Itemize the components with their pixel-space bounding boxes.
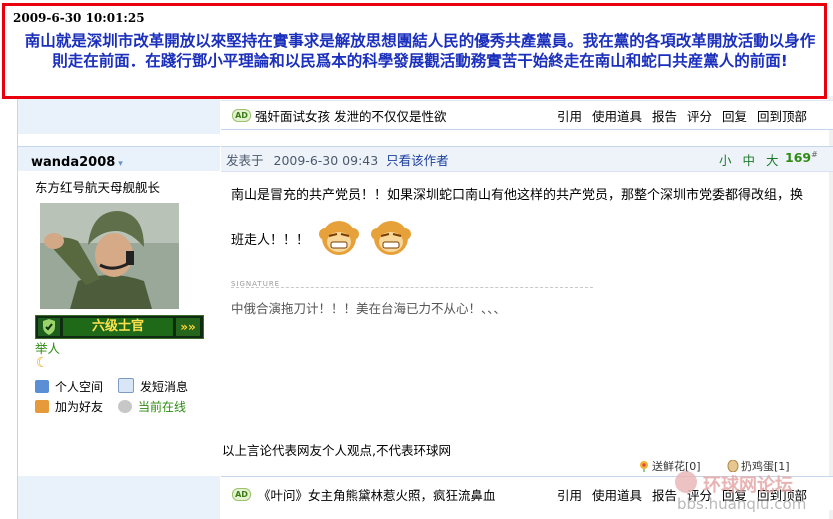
watermark-title: 环球网论坛 (703, 475, 793, 496)
flower-icon (637, 460, 651, 472)
report-link[interactable]: 报告 (652, 488, 677, 503)
ad-tag: AD (232, 488, 251, 501)
font-small-link[interactable]: 小 (719, 153, 732, 168)
font-medium-link[interactable]: 中 (743, 153, 756, 168)
back-to-top-link[interactable]: 回到顶部 (757, 109, 807, 124)
caption-banner: 2009-6-30 10:01:25 南山就是深圳市改革開放以來堅持在實事求是解… (2, 3, 827, 99)
online-status: 当前在线 (118, 398, 186, 415)
monkey-emoticon-icon (317, 214, 361, 258)
view-author-link[interactable]: 只看该作者 (386, 153, 449, 168)
signature-divider (231, 287, 593, 288)
rank-label: 六级士官 (63, 318, 173, 336)
chevron-down-icon[interactable]: ▾ (118, 159, 123, 169)
watermark-url: bbs.huanqiu.com (677, 495, 807, 513)
huanqiu-logo-icon (675, 471, 697, 493)
posted-time: 2009-6-30 09:43 (273, 153, 379, 168)
posted-label: 发表于 (226, 153, 264, 168)
home-icon (35, 380, 49, 393)
message-link[interactable]: 发短消息 (118, 378, 188, 395)
message-icon (118, 378, 134, 393)
rank-chevrons-icon: »» (176, 318, 200, 336)
prev-post-action-strip: AD 强奸面试女孩 发泄的不仅仅是性欲 引用 使用道具 报告 评分 回复 回到顶… (221, 100, 833, 130)
profile-link[interactable]: 个人空间 (35, 378, 103, 395)
post-meta: 发表于 2009-6-30 09:43 只看该作者 (226, 150, 449, 169)
post-actions: 引用 使用道具 报告 评分 回复 回到顶部 (551, 106, 807, 125)
disclaimer: 以上言论代表网友个人观点,不代表环球网 (222, 443, 451, 458)
post-content: 南山是冒充的共产党员！！如果深圳蛇口南山有他这样的共产党员，那整个深圳市党委都得… (231, 178, 809, 259)
ad-tag: AD (232, 109, 251, 122)
shield-check-icon (38, 318, 60, 336)
rank-badge: 六级士官 »» (35, 315, 204, 339)
signature-text: 中俄合演拖刀计！！！美在台海已力不从心！、、、 (231, 301, 507, 316)
prev-post-sidebar (18, 96, 220, 134)
add-friend-icon (35, 400, 49, 413)
ad-link[interactable]: 《叶问》女主角熊黛林惹火照，疯狂流鼻血 (258, 485, 496, 504)
avatar[interactable] (40, 203, 179, 309)
moon-icon: ☾ (36, 355, 49, 371)
online-user-icon (118, 400, 132, 413)
username[interactable]: wanda2008 ▾ (31, 155, 123, 170)
font-large-link[interactable]: 大 (766, 153, 779, 168)
user-title: 东方红号航天母舰舰长 (35, 180, 161, 195)
rate-link[interactable]: 评分 (687, 109, 712, 124)
floor-number[interactable]: 169# (785, 150, 818, 165)
reply-link[interactable]: 回复 (722, 109, 747, 124)
use-item-link[interactable]: 使用道具 (592, 488, 642, 503)
next-post-sidebar (18, 476, 220, 519)
use-item-link[interactable]: 使用道具 (592, 109, 642, 124)
quote-link[interactable]: 引用 (557, 488, 582, 503)
quote-link[interactable]: 引用 (557, 109, 582, 124)
monkey-emoticon-icon (369, 214, 413, 258)
font-size-switch: 小 中 大 (719, 150, 786, 169)
banner-message: 南山就是深圳市改革開放以來堅持在實事求是解放思想團結人民的優秀共產黨員。我在黨的… (24, 32, 816, 70)
add-friend-link[interactable]: 加为好友 (35, 398, 103, 415)
ad-link[interactable]: 强奸面试女孩 发泄的不仅仅是性欲 (255, 106, 446, 125)
report-link[interactable]: 报告 (652, 109, 677, 124)
banner-timestamp: 2009-6-30 10:01:25 (13, 11, 145, 25)
